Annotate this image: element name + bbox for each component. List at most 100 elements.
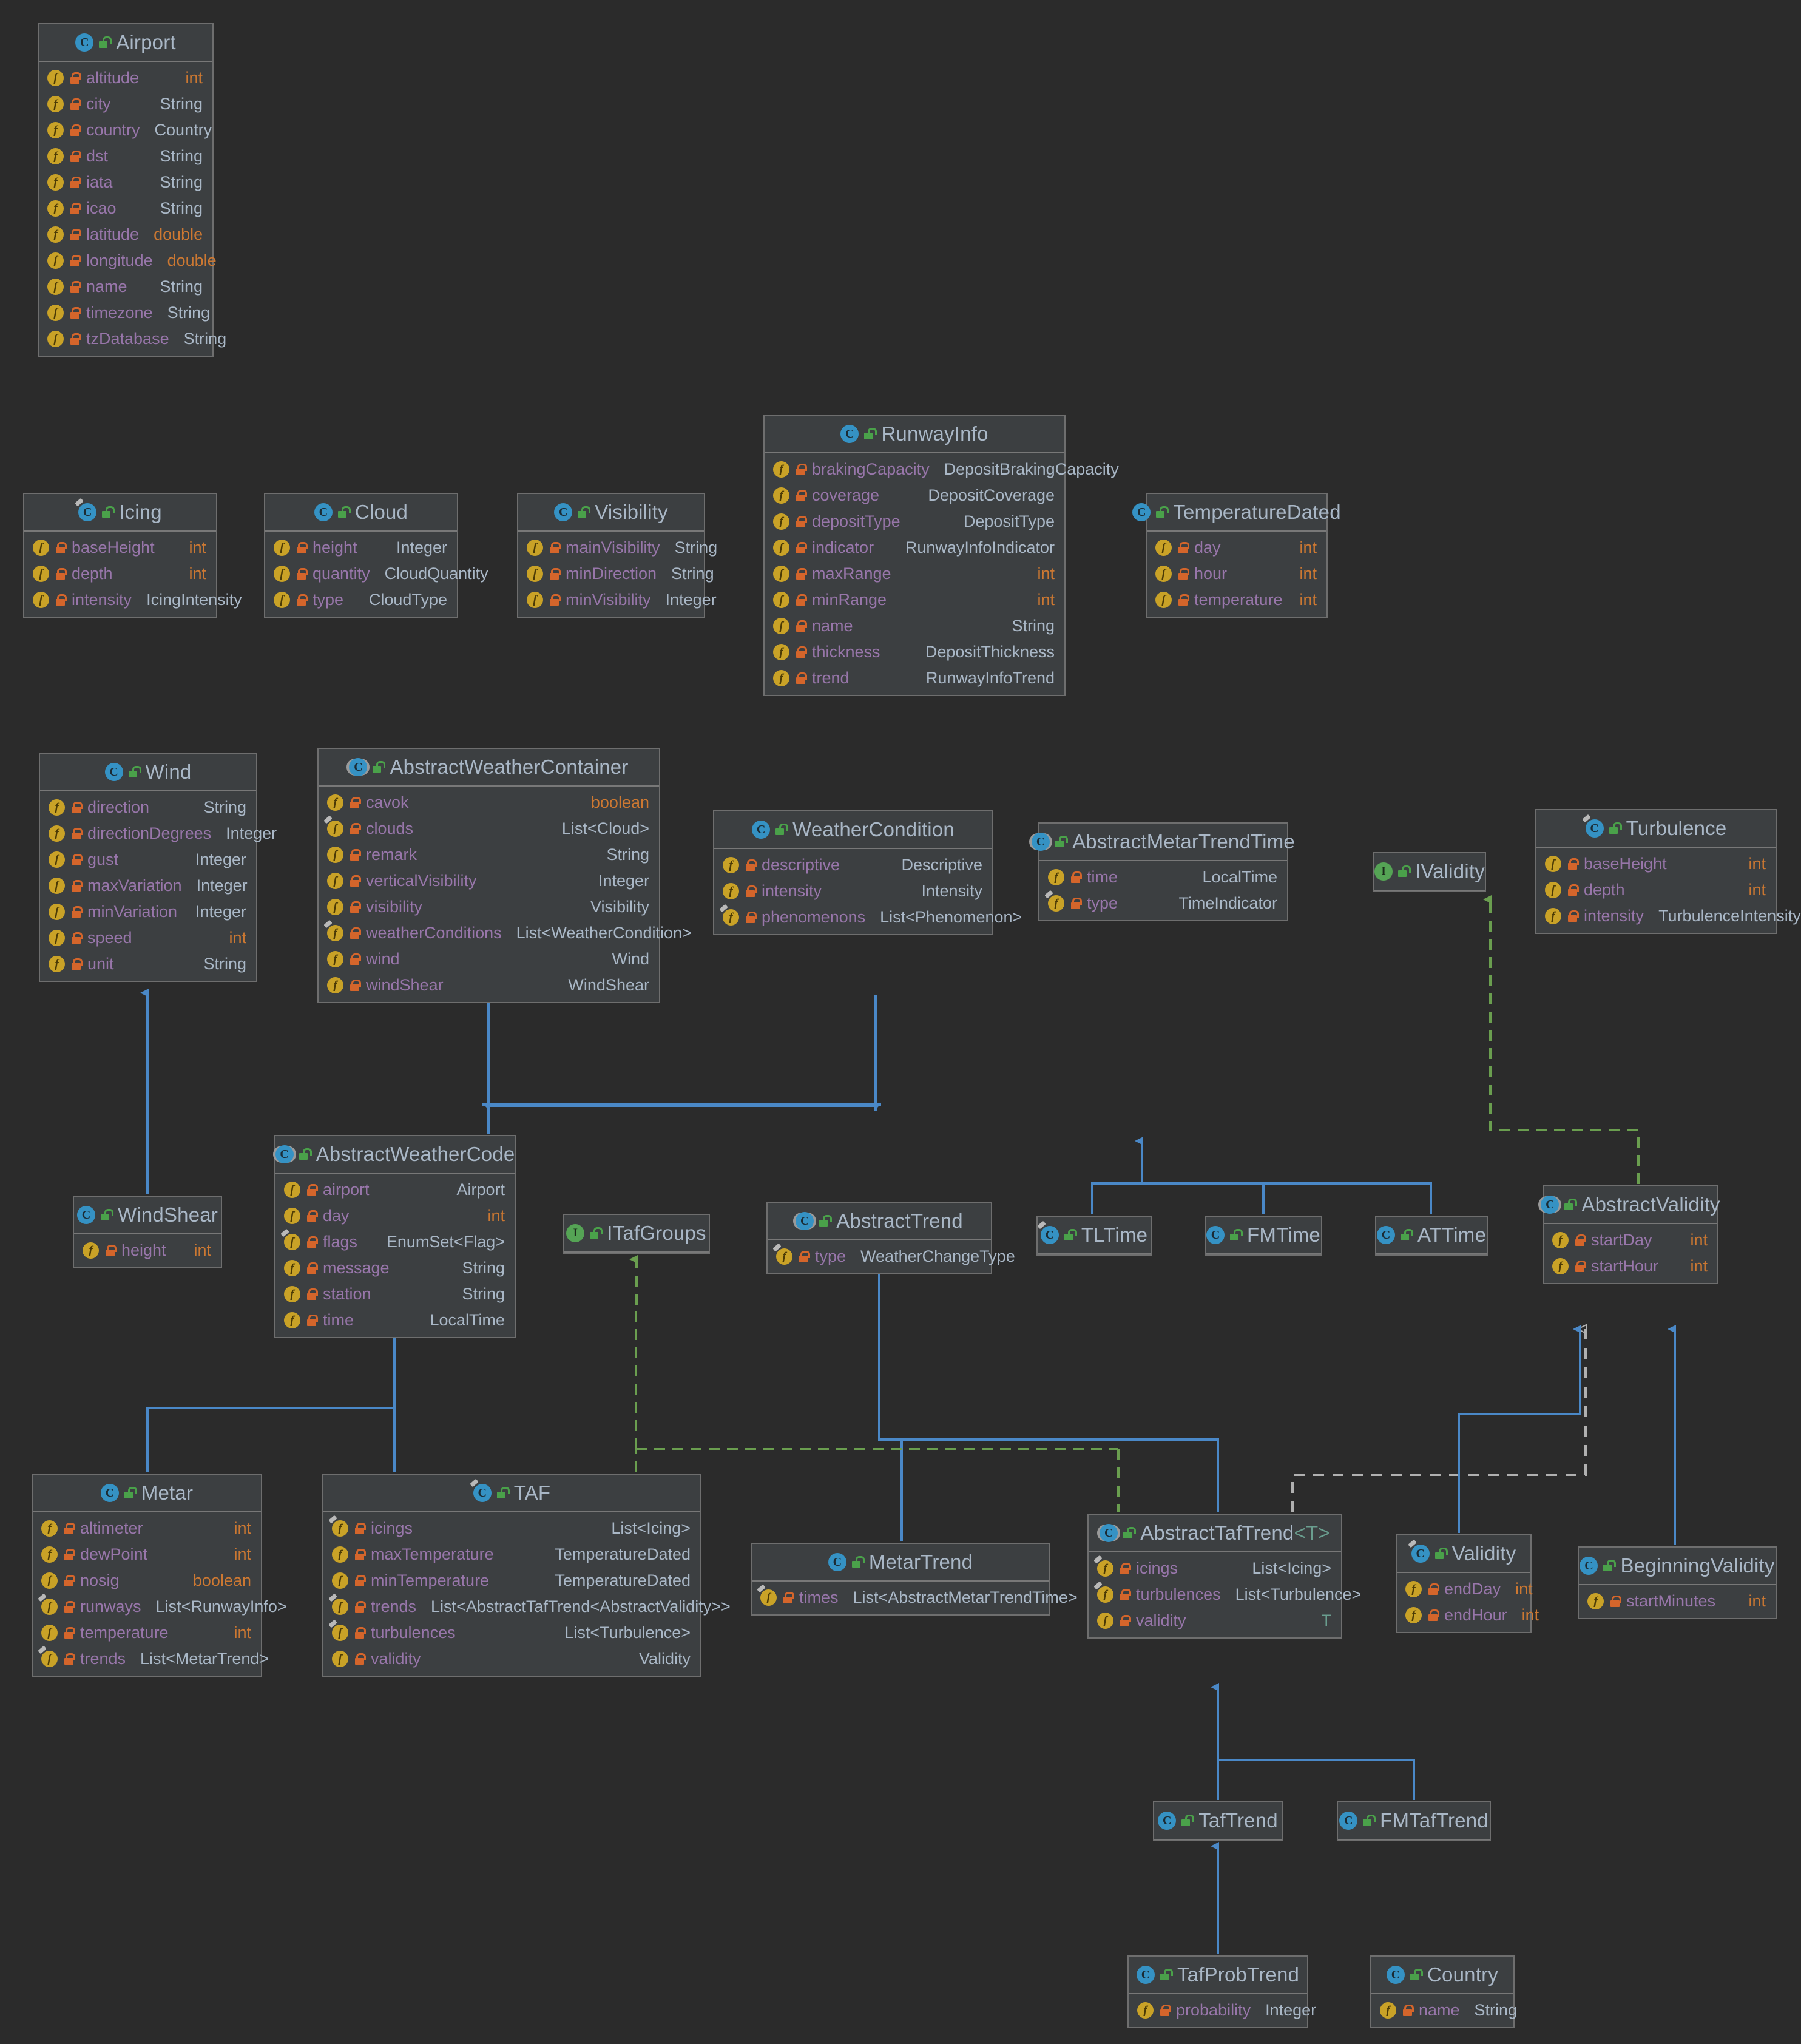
uml-field-row[interactable]: fdayint xyxy=(275,1203,515,1229)
uml-field-row[interactable]: fdstString xyxy=(39,143,212,169)
uml-field-row[interactable]: fphenomenonsList<Phenomenon> xyxy=(714,904,992,930)
uml-field-row[interactable]: fstartMinutesint xyxy=(1579,1588,1776,1614)
uml-field-row[interactable]: ftemperatureint xyxy=(1147,587,1326,613)
uml-class-attime[interactable]: CATTime xyxy=(1375,1216,1488,1256)
uml-class-header[interactable]: CTemperatureDated xyxy=(1147,494,1326,532)
uml-class-tafprobtrend[interactable]: CTafProbTrendfprobabilityInteger xyxy=(1127,1955,1308,2028)
uml-field-row[interactable]: fturbulencesList<Turbulence> xyxy=(323,1620,700,1646)
uml-field-row[interactable]: ftimezoneString xyxy=(39,300,212,326)
uml-class-ivalidity[interactable]: IIValidity xyxy=(1373,852,1486,892)
uml-field-row[interactable]: ficaoString xyxy=(39,195,212,222)
uml-class-wind[interactable]: CWindfdirectionStringfdirectionDegreesIn… xyxy=(39,753,257,982)
uml-field-row[interactable]: fnameString xyxy=(39,274,212,300)
uml-field-row[interactable]: findicatorRunwayInfoIndicator xyxy=(765,535,1064,561)
uml-class-header[interactable]: CCloud xyxy=(265,494,457,532)
uml-field-row[interactable]: fendHourint xyxy=(1397,1602,1530,1628)
uml-class-header[interactable]: IITafGroups xyxy=(564,1215,709,1253)
uml-class-header[interactable]: CAbstractWeatherContainer xyxy=(319,749,659,787)
uml-class-abstractvalidity[interactable]: CAbstractValidityfstartDayintfstartHouri… xyxy=(1543,1185,1718,1284)
uml-field-row[interactable]: ftypeWeatherChangeType xyxy=(768,1244,991,1270)
uml-field-row[interactable]: fweatherConditionsList<WeatherCondition> xyxy=(319,920,659,946)
uml-field-row[interactable]: fairportAirport xyxy=(275,1177,515,1203)
uml-field-row[interactable]: fspeedint xyxy=(40,925,256,951)
uml-field-row[interactable]: fmainVisibilityString xyxy=(518,535,704,561)
uml-class-header[interactable]: CIcing xyxy=(24,494,216,532)
uml-class-abstractmetartrendtime[interactable]: CAbstractMetarTrendTimeftimeLocalTimefty… xyxy=(1038,822,1288,921)
uml-class-header[interactable]: CTafTrend xyxy=(1154,1802,1282,1840)
uml-class-header[interactable]: CMetar xyxy=(33,1475,261,1512)
uml-field-row[interactable]: fcountryCountry xyxy=(39,117,212,143)
uml-class-header[interactable]: CAbstractTafTrend<T> xyxy=(1089,1515,1341,1552)
uml-class-header[interactable]: CAbstractMetarTrendTime xyxy=(1039,824,1287,861)
uml-diagram-canvas[interactable]: CAirportfaltitudeintfcityStringfcountryC… xyxy=(0,0,1801,2044)
uml-field-row[interactable]: fintensityIntensity xyxy=(714,878,992,904)
uml-class-itafgroups[interactable]: IITafGroups xyxy=(563,1214,710,1254)
uml-class-header[interactable]: CCountry xyxy=(1371,1957,1513,1994)
uml-field-row[interactable]: fminRangeint xyxy=(765,587,1064,613)
uml-class-header[interactable]: CAbstractValidity xyxy=(1544,1186,1717,1224)
uml-field-row[interactable]: fmaxRangeint xyxy=(765,561,1064,587)
uml-field-row[interactable]: fvalidityT xyxy=(1089,1608,1341,1634)
uml-class-windshear[interactable]: CWindShearfheightint xyxy=(73,1196,222,1268)
uml-class-header[interactable]: CValidity xyxy=(1397,1535,1530,1573)
uml-class-abstractweathercode[interactable]: CAbstractWeatherCodefairportAirportfdayi… xyxy=(274,1135,516,1338)
uml-field-row[interactable]: fbrakingCapacityDepositBrakingCapacity xyxy=(765,456,1064,482)
uml-class-icing[interactable]: CIcingfbaseHeightintfdepthintfintensityI… xyxy=(23,493,217,618)
uml-field-row[interactable]: ftemperatureint xyxy=(33,1620,261,1646)
uml-field-row[interactable]: fbaseHeightint xyxy=(1536,851,1776,877)
uml-field-row[interactable]: fdirectionString xyxy=(40,794,256,821)
uml-field-row[interactable]: fstationString xyxy=(275,1281,515,1307)
uml-field-row[interactable]: ficingsList<Icing> xyxy=(1089,1555,1341,1582)
uml-field-row[interactable]: fminTemperatureTemperatureDated xyxy=(323,1568,700,1594)
uml-class-header[interactable]: CTLTime xyxy=(1038,1217,1151,1254)
uml-field-row[interactable]: fdirectionDegreesInteger xyxy=(40,821,256,847)
uml-field-row[interactable]: ftzDatabaseString xyxy=(39,326,212,352)
uml-field-row[interactable]: fprobabilityInteger xyxy=(1129,1997,1307,2023)
uml-field-row[interactable]: fvalidityValidity xyxy=(323,1646,700,1672)
uml-class-header[interactable]: CFMTime xyxy=(1206,1217,1321,1254)
uml-field-row[interactable]: fcityString xyxy=(39,91,212,117)
uml-class-abstracttrend[interactable]: CAbstractTrend ftypeWeatherChangeType xyxy=(766,1202,992,1274)
uml-field-row[interactable]: fmaxVariationInteger xyxy=(40,873,256,899)
uml-class-metar[interactable]: CMetarfaltimeterintfdewPointintfnosigboo… xyxy=(32,1474,262,1677)
uml-field-row[interactable]: fdescriptiveDescriptive xyxy=(714,852,992,878)
uml-class-header[interactable]: CRunwayInfo xyxy=(765,416,1064,453)
uml-class-header[interactable]: CAbstractTrend xyxy=(768,1203,991,1240)
uml-class-taf[interactable]: CTAFficingsList<Icing>fmaxTemperatureTem… xyxy=(322,1474,701,1677)
uml-field-row[interactable]: fiataString xyxy=(39,169,212,195)
uml-field-row[interactable]: fminDirectionString xyxy=(518,561,704,587)
uml-class-country[interactable]: CCountryfnameString xyxy=(1370,1955,1515,2028)
uml-field-row[interactable]: faltitudeint xyxy=(39,65,212,91)
uml-field-row[interactable]: fminVariationInteger xyxy=(40,899,256,925)
uml-field-row[interactable]: fstartHourint xyxy=(1544,1253,1717,1279)
uml-field-row[interactable]: fflagsEnumSet<Flag> xyxy=(275,1229,515,1255)
uml-class-header[interactable]: CWindShear xyxy=(74,1197,221,1234)
uml-class-header[interactable]: CTurbulence xyxy=(1536,810,1776,848)
uml-field-row[interactable]: fintensityTurbulenceIntensity xyxy=(1536,903,1776,929)
uml-class-header[interactable]: IIValidity xyxy=(1374,853,1485,891)
uml-field-row[interactable]: fdepositTypeDepositType xyxy=(765,509,1064,535)
uml-field-row[interactable]: fwindShearWindShear xyxy=(319,972,659,998)
uml-field-row[interactable]: ftimeLocalTime xyxy=(1039,864,1287,890)
uml-class-abstractweathercontainer[interactable]: CAbstractWeatherContainerfcavokbooleanfc… xyxy=(317,748,660,1003)
uml-class-abstracttaftrend[interactable]: CAbstractTafTrend<T>ficingsList<Icing>ft… xyxy=(1087,1514,1342,1639)
uml-class-fmtime[interactable]: CFMTime xyxy=(1205,1216,1322,1256)
uml-field-row[interactable]: fwindWind xyxy=(319,946,659,972)
uml-field-row[interactable]: ftrendsList<AbstractTafTrend<AbstractVal… xyxy=(323,1594,700,1620)
uml-field-row[interactable]: fbaseHeightint xyxy=(24,535,216,561)
uml-field-row[interactable]: fmessageString xyxy=(275,1255,515,1281)
uml-field-row[interactable]: fthicknessDepositThickness xyxy=(765,639,1064,665)
uml-field-row[interactable]: ftimeLocalTime xyxy=(275,1307,515,1333)
uml-field-row[interactable]: ftrendRunwayInfoTrend xyxy=(765,665,1064,691)
uml-class-weathercondition[interactable]: CWeatherConditionfdescriptiveDescriptive… xyxy=(713,810,993,935)
uml-class-header[interactable]: CATTime xyxy=(1376,1217,1487,1254)
uml-field-row[interactable]: fendDayint xyxy=(1397,1576,1530,1602)
uml-field-row[interactable]: fquantityCloudQuantity xyxy=(265,561,457,587)
uml-class-airport[interactable]: CAirportfaltitudeintfcityStringfcountryC… xyxy=(38,23,214,357)
uml-field-row[interactable]: fcoverageDepositCoverage xyxy=(765,482,1064,509)
uml-class-header[interactable]: CMetarTrend xyxy=(752,1544,1049,1582)
uml-field-row[interactable]: fhourint xyxy=(1147,561,1326,587)
uml-field-row[interactable]: frunwaysList<RunwayInfo> xyxy=(33,1594,261,1620)
uml-field-row[interactable]: fdayint xyxy=(1147,535,1326,561)
uml-field-row[interactable]: fheightInteger xyxy=(265,535,457,561)
